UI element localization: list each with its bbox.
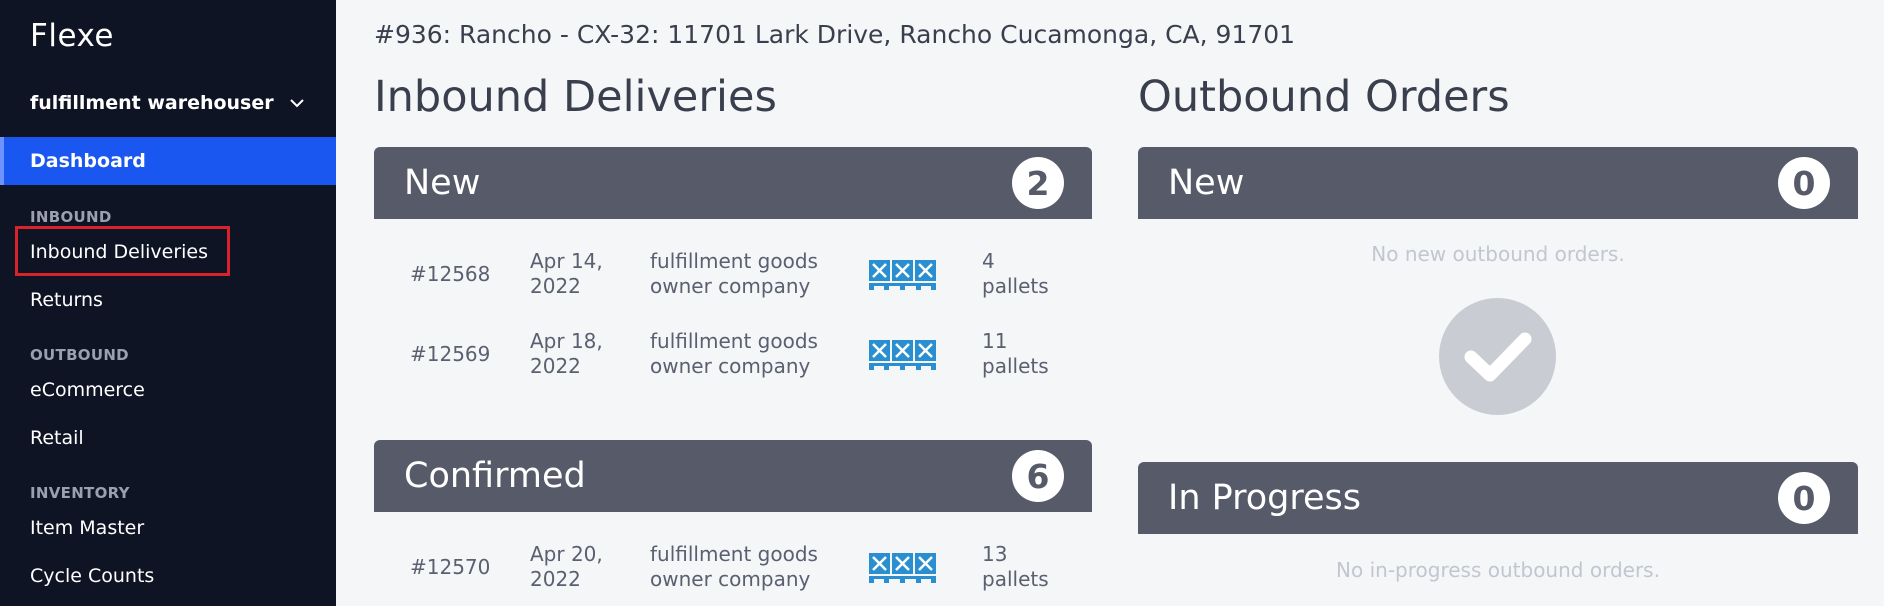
sidebar-item-label: Dashboard: [30, 150, 146, 172]
delivery-id[interactable]: #12570: [410, 555, 490, 580]
panel-label: Confirmed: [404, 456, 586, 496]
pallet-count: 4 pallets: [982, 249, 1049, 298]
count-badge: 2: [1012, 157, 1064, 209]
section-inventory: INVENTORY: [30, 484, 130, 502]
sidebar-item-ecommerce[interactable]: eCommerce: [30, 379, 145, 401]
owner-name: fulfillment goods owner company: [650, 542, 818, 591]
chevron-down-icon: [290, 99, 304, 108]
pallet-icon: [869, 340, 936, 370]
sidebar-item-item-master[interactable]: Item Master: [30, 517, 144, 539]
pallet-icon: [869, 260, 936, 290]
pallet-icon: [869, 553, 936, 583]
highlight-box: [15, 226, 230, 276]
checkmark-icon: [1439, 298, 1556, 415]
empty-state-message: No in-progress outbound orders.: [1336, 558, 1660, 582]
outbound-new-header[interactable]: New 0: [1138, 147, 1858, 219]
delivery-date: Apr 20, 2022: [530, 542, 603, 591]
table-row[interactable]: #12569 Apr 18, 2022 fulfillment goods owne…: [374, 320, 1092, 390]
owner-name: fulfillment goods owner company: [650, 329, 818, 378]
sidebar-item-cycle-counts[interactable]: Cycle Counts: [30, 565, 154, 587]
sidebar: Flexe fulfillment warehouser Dashboard I…: [0, 0, 336, 606]
table-row[interactable]: #12568 Apr 14, 2022 fulfillment goods owne…: [374, 240, 1092, 310]
delivery-date: Apr 14, 2022: [530, 249, 603, 298]
outbound-title: Outbound Orders: [1138, 72, 1510, 122]
inbound-new-header[interactable]: New 2: [374, 147, 1092, 219]
panel-label: In Progress: [1168, 478, 1361, 518]
org-switcher[interactable]: fulfillment warehouser: [30, 92, 306, 114]
org-name: fulfillment warehouser: [30, 92, 274, 114]
panel-label: New: [1168, 163, 1245, 203]
location-title: #936: Rancho - CX-32: 11701 Lark Drive, …: [374, 20, 1296, 49]
delivery-date: Apr 18, 2022: [530, 329, 603, 378]
flexe-logo[interactable]: Flexe: [30, 18, 114, 54]
panel-label: New: [404, 163, 481, 203]
inbound-title: Inbound Deliveries: [374, 72, 777, 122]
outbound-in-progress-header[interactable]: In Progress 0: [1138, 462, 1858, 534]
count-badge: 0: [1778, 472, 1830, 524]
sidebar-item-returns[interactable]: Returns: [30, 289, 103, 311]
count-badge: 6: [1012, 450, 1064, 502]
pallet-count: 13 pallets: [982, 542, 1049, 591]
sidebar-item-retail[interactable]: Retail: [30, 427, 84, 449]
delivery-id[interactable]: #12569: [410, 342, 490, 367]
section-outbound: OUTBOUND: [30, 346, 129, 364]
empty-state-message: No new outbound orders.: [1371, 242, 1625, 266]
owner-name: fulfillment goods owner company: [650, 249, 818, 298]
inbound-confirmed-header[interactable]: Confirmed 6: [374, 440, 1092, 512]
count-badge: 0: [1778, 157, 1830, 209]
sidebar-item-dashboard[interactable]: Dashboard: [0, 137, 336, 185]
table-row[interactable]: #12570 Apr 20, 2022 fulfillment goods owne…: [374, 533, 1092, 603]
section-inbound: INBOUND: [30, 208, 112, 226]
pallet-count: 11 pallets: [982, 329, 1049, 378]
delivery-id[interactable]: #12568: [410, 262, 490, 287]
